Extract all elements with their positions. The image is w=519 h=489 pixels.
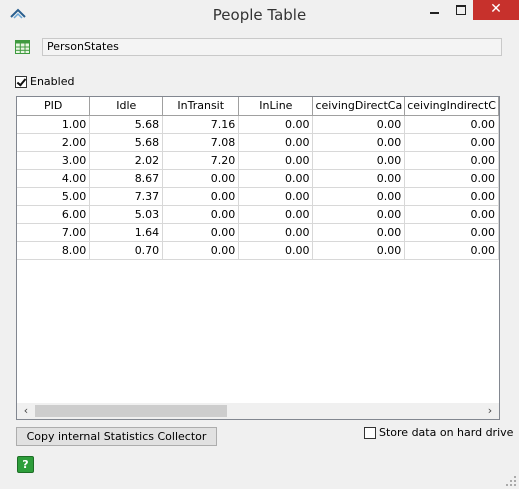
table-cell[interactable]: 0.00: [404, 133, 499, 152]
store-data-checkbox[interactable]: [364, 427, 376, 439]
table-cell[interactable]: 0.00: [404, 205, 499, 224]
table-cell[interactable]: 7.00: [17, 223, 91, 242]
store-data-label: Store data on hard drive: [379, 426, 514, 439]
table-cell[interactable]: 3.00: [17, 151, 91, 170]
table-row[interactable]: 1.00 5.68 7.16 0.00 0.00 0.00: [17, 115, 499, 134]
horizontal-scrollbar[interactable]: ‹ ›: [17, 403, 499, 419]
table-cell[interactable]: 7.08: [162, 133, 240, 152]
column-header-pid[interactable]: PID: [17, 97, 91, 116]
table-cell[interactable]: 1.00: [17, 115, 91, 134]
table-cell[interactable]: 0.00: [404, 187, 499, 206]
column-header-receiving-direct[interactable]: ceivingDirectCa: [312, 97, 406, 116]
table-row[interactable]: 4.00 8.67 0.00 0.00 0.00 0.00: [17, 169, 499, 188]
column-header-idle[interactable]: Idle: [89, 97, 164, 116]
table-cell[interactable]: 7.37: [89, 187, 164, 206]
table-cell[interactable]: 6.00: [17, 205, 91, 224]
close-button[interactable]: ✕: [473, 0, 519, 20]
table-row[interactable]: 8.00 0.70 0.00 0.00 0.00 0.00: [17, 241, 499, 260]
table-cell[interactable]: 0.00: [238, 115, 314, 134]
table-cell[interactable]: 0.00: [312, 241, 406, 260]
table-cell[interactable]: 0.00: [162, 223, 240, 242]
column-header-inline[interactable]: InLine: [238, 97, 314, 116]
table-cell[interactable]: 0.00: [312, 133, 406, 152]
table-cell[interactable]: 0.00: [162, 241, 240, 260]
close-icon: ✕: [490, 1, 502, 17]
table-cell[interactable]: 0.00: [312, 223, 406, 242]
table-row[interactable]: 5.00 7.37 0.00 0.00 0.00 0.00: [17, 187, 499, 206]
table-cell[interactable]: 0.00: [404, 241, 499, 260]
table-cell[interactable]: 7.16: [162, 115, 240, 134]
table-cell[interactable]: 0.00: [404, 169, 499, 188]
table-cell[interactable]: 5.68: [89, 133, 164, 152]
scrollbar-thumb[interactable]: [35, 405, 227, 417]
table-cell[interactable]: 0.00: [312, 151, 406, 170]
table-cell[interactable]: 0.00: [404, 151, 499, 170]
table-row[interactable]: 2.00 5.68 7.08 0.00 0.00 0.00: [17, 133, 499, 152]
table-cell[interactable]: 2.00: [17, 133, 91, 152]
enabled-checkbox[interactable]: [15, 76, 27, 88]
people-table[interactable]: PID Idle InTransit InLine ceivingDirectC…: [16, 96, 500, 420]
maximize-icon: [456, 5, 466, 15]
table-cell[interactable]: 0.00: [238, 151, 314, 170]
table-cell[interactable]: 5.00: [17, 187, 91, 206]
minimize-icon: [430, 12, 439, 14]
table-cell[interactable]: 0.00: [238, 223, 314, 242]
table-cell[interactable]: 0.00: [312, 169, 406, 188]
help-icon: ?: [22, 458, 29, 471]
table-grid-icon: [15, 40, 30, 54]
table-cell[interactable]: 2.02: [89, 151, 164, 170]
table-cell[interactable]: 0.00: [162, 187, 240, 206]
table-cell[interactable]: 4.00: [17, 169, 91, 188]
column-header-receiving-indirect[interactable]: ceivingIndirectC: [404, 97, 499, 116]
table-cell[interactable]: 0.00: [162, 169, 240, 188]
data-grid: PID Idle InTransit InLine ceivingDirectC…: [17, 97, 499, 260]
table-cell[interactable]: 0.00: [238, 241, 314, 260]
copy-statistics-collector-button[interactable]: Copy internal Statistics Collector: [16, 427, 217, 446]
table-cell[interactable]: 0.00: [162, 205, 240, 224]
resize-grip-icon[interactable]: [506, 476, 516, 486]
table-cell[interactable]: 0.00: [238, 187, 314, 206]
table-cell[interactable]: 0.00: [404, 223, 499, 242]
table-row[interactable]: 3.00 2.02 7.20 0.00 0.00 0.00: [17, 151, 499, 170]
table-cell[interactable]: 0.00: [404, 115, 499, 134]
table-cell[interactable]: 0.70: [89, 241, 164, 260]
table-cell[interactable]: 7.20: [162, 151, 240, 170]
table-cell[interactable]: 0.00: [238, 205, 314, 224]
table-cell[interactable]: 8.00: [17, 241, 91, 260]
table-name-field[interactable]: PersonStates: [42, 38, 502, 56]
title-bar: People Table ✕: [0, 0, 519, 30]
table-row[interactable]: 6.00 5.03 0.00 0.00 0.00 0.00: [17, 205, 499, 224]
table-cell[interactable]: 8.67: [89, 169, 164, 188]
table-cell[interactable]: 0.00: [312, 205, 406, 224]
scroll-right-icon[interactable]: ›: [483, 404, 497, 418]
maximize-button[interactable]: [448, 0, 473, 20]
enabled-label: Enabled: [30, 75, 75, 88]
help-button[interactable]: ?: [17, 456, 34, 473]
table-cell[interactable]: 5.03: [89, 205, 164, 224]
minimize-button[interactable]: [422, 0, 448, 20]
header-row: PID Idle InTransit InLine ceivingDirectC…: [17, 97, 499, 116]
table-cell[interactable]: 0.00: [238, 133, 314, 152]
table-cell[interactable]: 5.68: [89, 115, 164, 134]
table-row[interactable]: 7.00 1.64 0.00 0.00 0.00 0.00: [17, 223, 499, 242]
table-cell[interactable]: 1.64: [89, 223, 164, 242]
table-cell[interactable]: 0.00: [238, 169, 314, 188]
column-header-intransit[interactable]: InTransit: [162, 97, 240, 116]
table-cell[interactable]: 0.00: [312, 115, 406, 134]
table-cell[interactable]: 0.00: [312, 187, 406, 206]
scroll-left-icon[interactable]: ‹: [19, 404, 33, 418]
